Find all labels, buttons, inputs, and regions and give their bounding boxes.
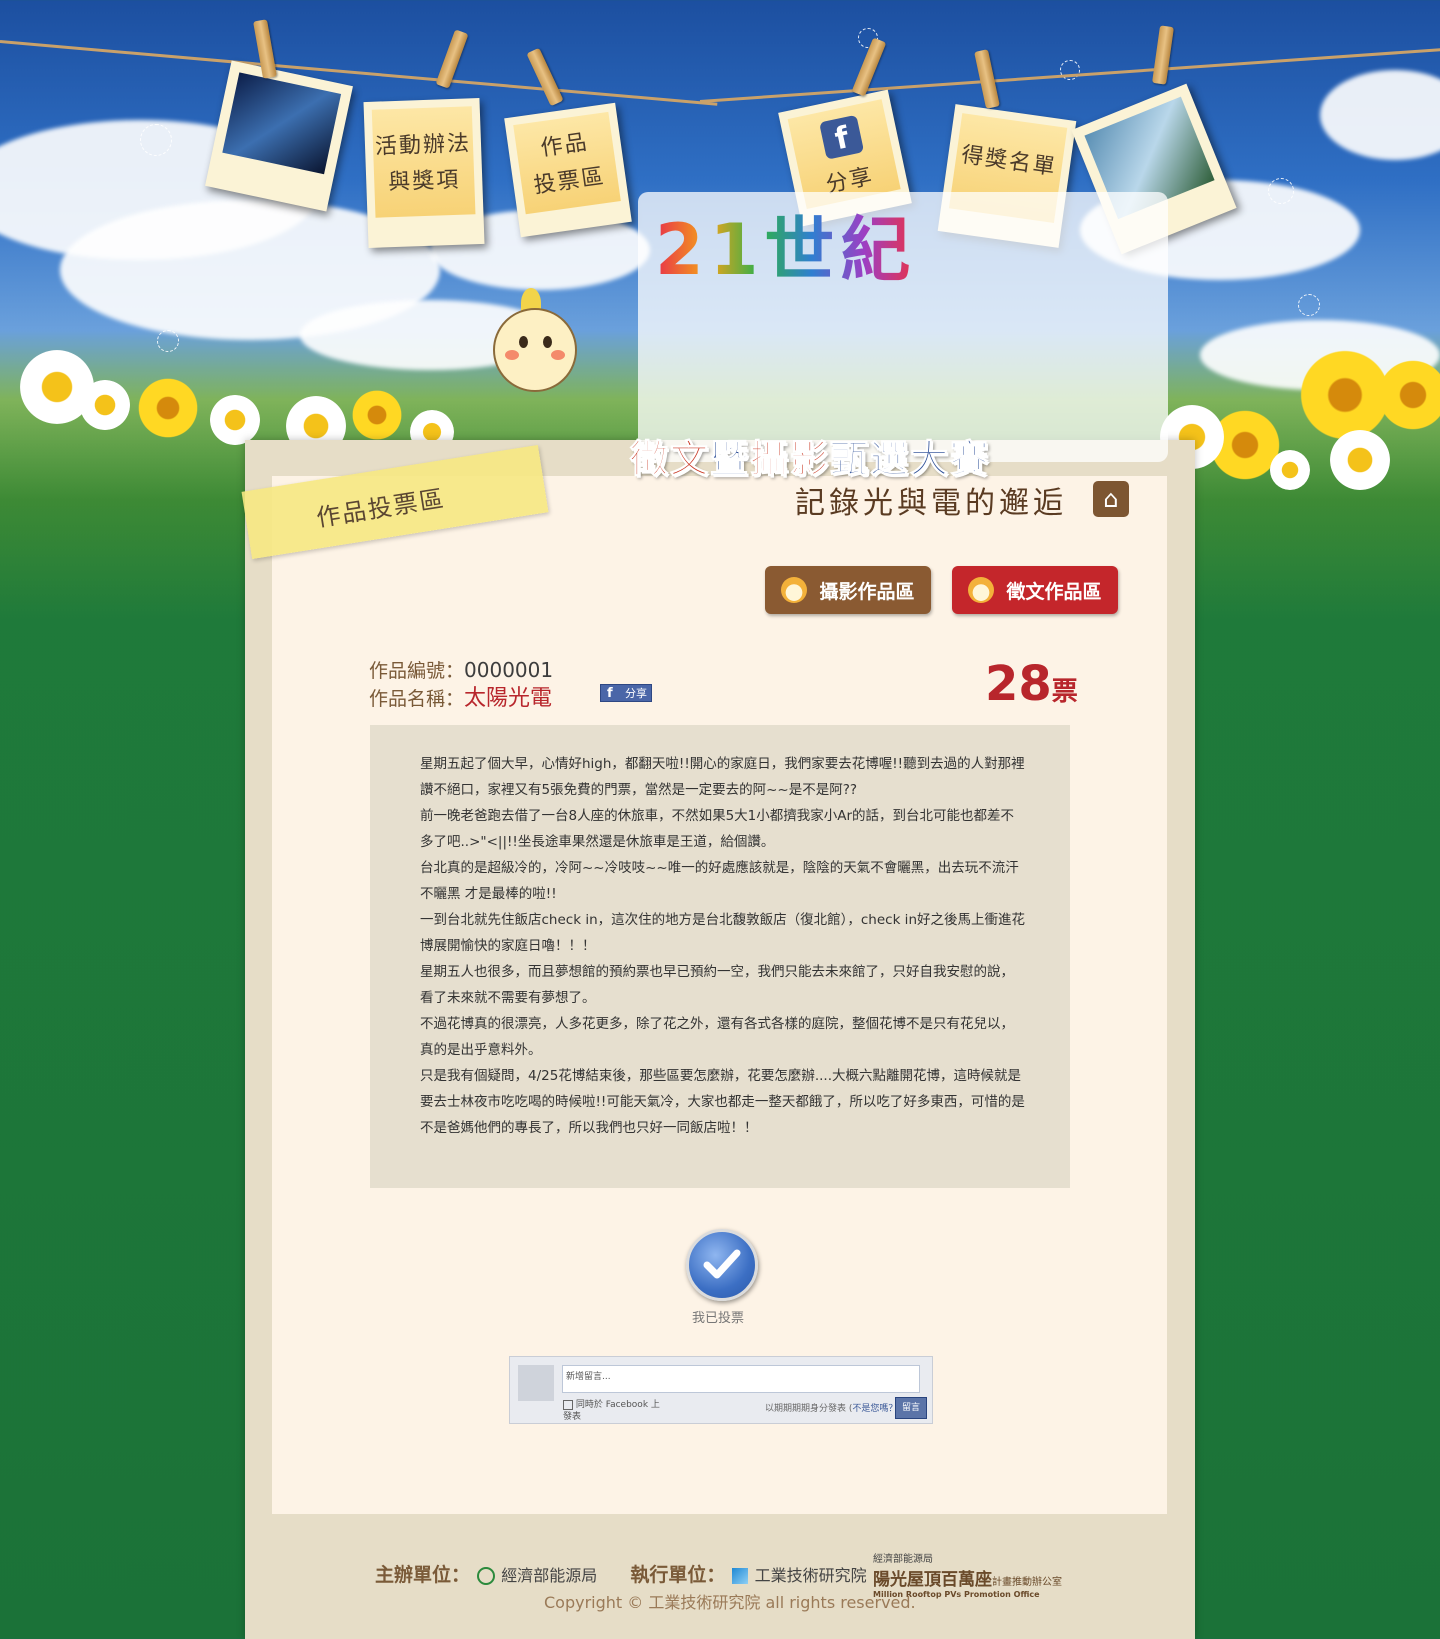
essay-works-label: 徵文作品區 <box>1006 580 1102 603</box>
exec-org: 工業技術研究院 <box>754 1566 867 1585</box>
slogan: 記錄光與電的邂逅 <box>795 486 1067 521</box>
article-paragraph: 台北真的是超級冷的，冷阿~~冷吱吱~~唯一的好處應該就是，陰陰的天氣不會曬黑，出… <box>420 860 1019 902</box>
article-paragraph: 只是我有個疑問，4/25花博結束後，那些區要怎麼辦，花要怎麼辦....大概六點離… <box>420 1068 1025 1136</box>
host-org: 經濟部能源局 <box>501 1566 598 1585</box>
photo-works-label: 攝影作品區 <box>819 580 915 603</box>
work-name-value: 太陽光電 <box>464 686 553 711</box>
article-box: 星期五起了個大早，心情好high，都翻天啦!!開心的家庭日，我們家要去花博喔!!… <box>370 725 1070 1188</box>
solar-panel-photo <box>222 72 342 175</box>
nav-vote-polaroid[interactable]: 作品 投票區 <box>504 102 632 238</box>
footer-organizers: 主辦單位： 經濟部能源局 執行單位： 工業技術研究院 <box>375 1560 867 1587</box>
note-prefix: 以期期期期身分發表 ( <box>765 1404 853 1414</box>
mascot-eye <box>519 336 528 348</box>
facebook-comment-box: 新增留言... 同時於 Facebook 上發表 以期期期期身分發表 (不是您嗎… <box>509 1356 933 1424</box>
article-paragraph: 不過花博真的很漂亮，人多花更多，除了花之外，還有各式各樣的庭院，整個花博不是只有… <box>420 1016 1014 1058</box>
bird-mascot <box>483 288 583 398</box>
subtitle-essay: 徵文 <box>629 437 711 482</box>
clothesline <box>0 40 718 106</box>
clothespin-icon <box>1152 25 1174 85</box>
article-paragraph: 星期五起了個大早，心情好high，都翻天啦!!開心的家庭日，我們家要去花博喔!!… <box>420 756 1025 798</box>
sunflower <box>1300 350 1390 440</box>
home-button[interactable]: ⌂ <box>1093 481 1129 517</box>
vote-button[interactable] <box>686 1229 758 1301</box>
vote-status: 我已投票 <box>692 1311 745 1326</box>
mascot-body <box>493 308 577 392</box>
home-icon: ⌂ <box>1103 485 1119 513</box>
roof-office: 計畫推動辦公室 <box>992 1577 1062 1588</box>
vote-count-unit: 票 <box>1051 677 1078 707</box>
daisy-flower <box>210 395 260 445</box>
not-you-link[interactable]: 不是您嗎？ <box>852 1404 897 1414</box>
subtitle-photo: 攝影 <box>750 437 831 482</box>
work-id-label: 作品編號： <box>369 660 465 682</box>
work-id-row: 作品編號：0000001 <box>369 656 553 683</box>
facebook-icon: f <box>819 114 865 160</box>
avatar <box>518 1365 554 1401</box>
photo-polaroid <box>205 60 353 212</box>
dandelion-icon <box>1298 294 1320 316</box>
nav-vote-label: 作品 投票區 <box>511 121 624 207</box>
sunflower <box>1378 360 1440 430</box>
post-to-facebook-checkbox[interactable]: 同時於 Facebook 上發表 <box>563 1399 663 1423</box>
checkbox-icon <box>563 1399 573 1410</box>
host-label: 主辦單位： <box>375 1564 471 1586</box>
roof-line1: 經濟部能源局 <box>873 1554 933 1565</box>
section-title: 作品投票區 <box>314 484 448 533</box>
roof-line2: 陽光屋頂百萬座計畫推動辦公室 <box>873 1565 1069 1590</box>
mascot-icon <box>781 577 808 603</box>
post-comment-button[interactable]: 留言 <box>895 1397 927 1419</box>
moea-logo-icon <box>476 1566 495 1585</box>
dandelion-icon <box>140 124 172 156</box>
work-id-value: 0000001 <box>464 658 554 682</box>
event-subtitle: 徵文暨攝影甄選大賽 <box>629 428 991 483</box>
share-label: 分享 <box>625 687 647 700</box>
article-text: 星期五起了個大早，心情好high，都翻天啦!!開心的家庭日，我們家要去花博喔!!… <box>420 751 1025 1141</box>
article-paragraph: 一到台北就先住飯店check in，這次住的地方是台北馥敦飯店（復北館），che… <box>420 912 1025 954</box>
logo-title: 太陽光電 <box>735 291 834 758</box>
article-paragraph: 星期五人也很多，而且夢想館的預約票也早已預約一空，我們只能去未來館了，只好自我安… <box>420 964 1014 1006</box>
daisy-flower <box>1330 430 1390 490</box>
checkbox-label: 同時於 Facebook 上發表 <box>563 1400 660 1422</box>
daisy-flower <box>1270 450 1310 490</box>
subtitle-contest: 甄選大賽 <box>830 437 991 482</box>
clothespin-icon <box>526 47 564 107</box>
event-logo-title: 21世紀 太陽光電 <box>655 205 916 295</box>
comment-input[interactable]: 新增留言... <box>562 1365 920 1393</box>
roof-title: 陽光屋頂百萬座 <box>873 1570 992 1590</box>
posting-as-note: 以期期期期身分發表 (不是您嗎？) <box>765 1401 901 1414</box>
vote-count: 28票 <box>985 656 1078 712</box>
work-name-row: 作品名稱：太陽光電 <box>369 680 552 712</box>
nav-rules-polaroid[interactable]: 活動辦法 與獎項 <box>363 98 485 248</box>
dandelion-icon <box>1268 178 1294 204</box>
essay-works-button[interactable]: 徵文作品區 <box>952 566 1118 614</box>
mascot-cheek <box>551 350 565 360</box>
cloud <box>1320 70 1440 160</box>
vote-count-value: 28 <box>985 656 1052 712</box>
logo-prefix: 21世紀 <box>655 209 917 291</box>
itri-logo-icon <box>732 1567 748 1584</box>
nav-rules-line1: 活動辦法 <box>374 131 472 160</box>
photo-works-button[interactable]: 攝影作品區 <box>765 566 931 614</box>
subtitle-and: 暨 <box>710 437 751 482</box>
dandelion-icon <box>157 330 179 352</box>
article-paragraph: 前一晚老爸跑去借了一台8人座的休旅車，不然如果5大1小都擠我家小Ar的話，到台北… <box>420 808 1015 850</box>
daisy-flower <box>80 380 130 430</box>
nav-rules-label: 活動辦法 與獎項 <box>368 126 478 202</box>
work-name-label: 作品名稱： <box>369 688 465 710</box>
exec-label: 執行單位： <box>630 1564 726 1586</box>
mascot-cheek <box>505 350 519 360</box>
checkmark-icon <box>703 1249 741 1279</box>
copyright: Copyright © 工業技術研究院 all rights reserved. <box>544 1593 916 1612</box>
sunflower <box>138 378 198 438</box>
mascot-icon <box>968 577 995 603</box>
mascot-eye <box>543 336 552 348</box>
sunflower <box>352 390 402 440</box>
facebook-share-button[interactable]: 分享 <box>600 684 652 703</box>
nav-rules-line2: 與獎項 <box>387 167 461 196</box>
